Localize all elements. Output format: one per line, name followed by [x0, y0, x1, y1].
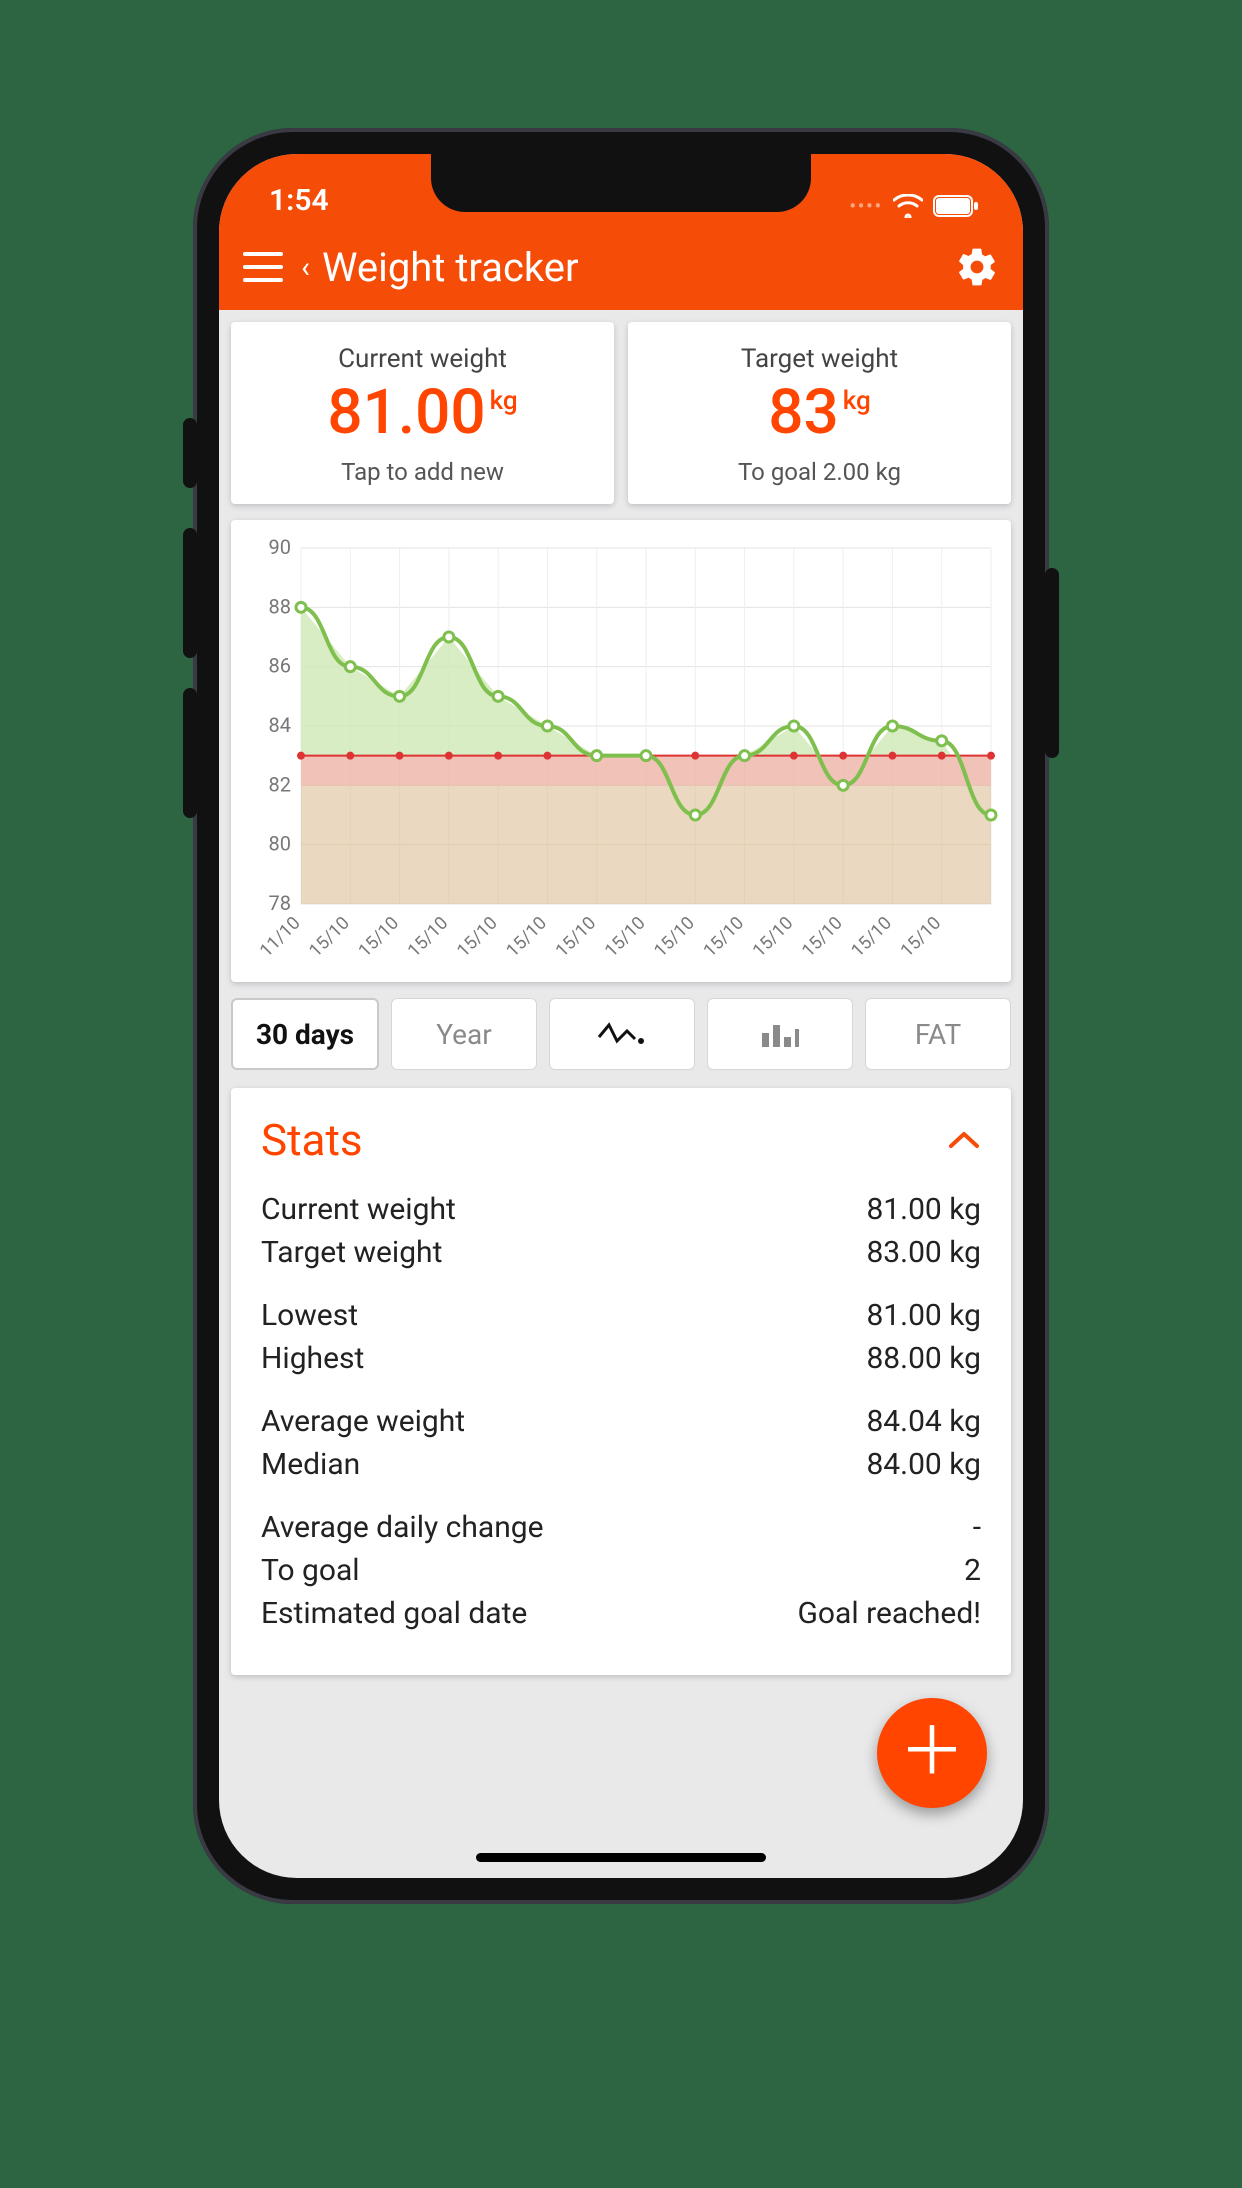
target-weight-unit: kg	[843, 386, 871, 416]
stat-row: To goal2	[261, 1549, 981, 1592]
content: Current weight 81.00kg Tap to add new Ta…	[219, 310, 1023, 1878]
svg-text:82: 82	[269, 772, 291, 796]
svg-text:88: 88	[269, 594, 291, 618]
stats-list: Current weight81.00 kg Target weight83.0…	[261, 1188, 981, 1635]
wifi-icon	[893, 194, 923, 218]
svg-text:80: 80	[269, 832, 291, 856]
collapse-button[interactable]	[947, 1128, 981, 1152]
svg-text:15/10: 15/10	[798, 913, 847, 962]
add-button[interactable]: ＋	[877, 1698, 987, 1808]
tab-fat[interactable]: FAT	[865, 998, 1011, 1070]
stat-row: Lowest81.00 kg	[261, 1294, 981, 1337]
svg-text:15/10: 15/10	[404, 913, 453, 962]
back-button[interactable]: ‹	[301, 250, 310, 285]
bar-chart-icon	[760, 1019, 800, 1049]
svg-text:11/10: 11/10	[256, 913, 305, 962]
svg-text:15/10: 15/10	[354, 913, 403, 962]
current-weight-value: 81.00	[327, 376, 485, 449]
current-weight-unit: kg	[490, 386, 518, 416]
stat-row: Average weight84.04 kg	[261, 1400, 981, 1443]
svg-text:15/10: 15/10	[749, 913, 798, 962]
stat-row: Highest88.00 kg	[261, 1337, 981, 1380]
svg-text:15/10: 15/10	[897, 913, 946, 962]
tab-year[interactable]: Year	[391, 998, 537, 1070]
side-button	[183, 528, 197, 658]
stat-row: Average daily change-	[261, 1506, 981, 1549]
current-weight-label: Current weight	[241, 344, 604, 374]
svg-text:86: 86	[269, 654, 291, 678]
battery-icon	[933, 195, 979, 217]
screen: 1:54 •••• ‹ Weight tracker	[219, 154, 1023, 1878]
weight-chart[interactable]: 7880828486889011/1015/1015/1015/1015/101…	[231, 520, 1011, 982]
chart-svg: 7880828486889011/1015/1015/1015/1015/101…	[241, 534, 1001, 974]
stat-row: Estimated goal dateGoal reached!	[261, 1592, 981, 1635]
target-weight-sub: To goal 2.00 kg	[638, 458, 1001, 486]
stats-card: Stats Current weight81.00 kg Target weig…	[231, 1088, 1011, 1675]
status-time: 1:54	[269, 183, 329, 218]
current-weight-card[interactable]: Current weight 81.00kg Tap to add new	[231, 322, 614, 504]
stat-row: Target weight83.00 kg	[261, 1231, 981, 1274]
side-button	[183, 418, 197, 488]
home-indicator[interactable]	[476, 1853, 766, 1862]
svg-text:15/10: 15/10	[699, 913, 748, 962]
phone-frame: 1:54 •••• ‹ Weight tracker	[193, 128, 1049, 1904]
tab-line-chart[interactable]	[549, 998, 695, 1070]
target-weight-value: 83	[768, 376, 838, 449]
svg-text:15/10: 15/10	[305, 913, 354, 962]
svg-text:15/10: 15/10	[650, 913, 699, 962]
target-weight-label: Target weight	[638, 344, 1001, 374]
stats-title: Stats	[261, 1114, 363, 1166]
stat-row: Median84.00 kg	[261, 1443, 981, 1486]
svg-text:15/10: 15/10	[552, 913, 601, 962]
signal-dots-icon: ••••	[849, 196, 883, 217]
range-tabs: 30 days Year FAT	[231, 998, 1011, 1070]
side-button	[183, 688, 197, 818]
svg-text:15/10: 15/10	[601, 913, 650, 962]
tab-30-days[interactable]: 30 days	[231, 998, 379, 1070]
settings-button[interactable]	[955, 245, 999, 289]
menu-icon[interactable]	[243, 252, 283, 282]
svg-text:84: 84	[269, 713, 291, 737]
svg-text:15/10: 15/10	[453, 913, 502, 962]
page-title: Weight tracker	[322, 244, 579, 291]
stat-row: Current weight81.00 kg	[261, 1188, 981, 1231]
svg-text:90: 90	[269, 535, 291, 559]
target-weight-card[interactable]: Target weight 83kg To goal 2.00 kg	[628, 322, 1011, 504]
side-button	[1045, 568, 1059, 758]
line-chart-icon	[597, 1019, 647, 1049]
svg-text:78: 78	[269, 891, 291, 915]
notch	[431, 154, 811, 212]
current-weight-sub: Tap to add new	[241, 458, 604, 486]
tab-bar-chart[interactable]	[707, 998, 853, 1070]
svg-text:15/10: 15/10	[847, 913, 896, 962]
svg-text:15/10: 15/10	[502, 913, 551, 962]
